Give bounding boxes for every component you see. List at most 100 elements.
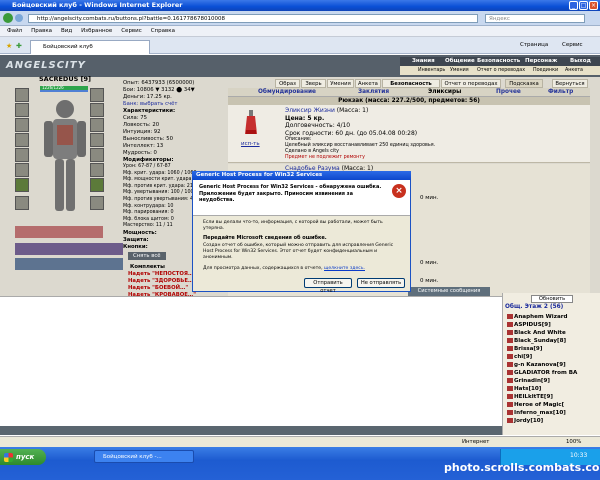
nav-chat[interactable]: Общение [445,57,475,66]
add-favorite-icon[interactable]: ✚ [16,42,22,50]
defense-section[interactable]: Защита: [123,237,149,244]
pocket-slot[interactable] [15,163,29,177]
taskbar-item-ie[interactable]: Бойцовский клуб -... [94,450,194,463]
ring1-slot[interactable] [90,133,104,147]
minimize-button[interactable]: _ [569,1,578,10]
tab-security[interactable]: Безопасность [382,79,440,88]
tab-combats[interactable]: Бойцовский клуб [30,40,150,54]
subnav-profile[interactable]: Анкета [565,66,583,75]
complects-list[interactable]: Надеть "НЕПОСТОЯ…" Надеть "ЗДОРОВЬЕ…" На… [128,271,196,299]
nav-knowledge[interactable]: Знания [412,57,435,66]
maximize-button[interactable]: □ [579,1,588,10]
shield-slot[interactable] [90,118,104,132]
search-input[interactable]: Яндекс [485,14,585,23]
clock: 10:33 [570,452,588,459]
character-figure [44,100,86,211]
inv-tab-other[interactable]: Прочее [496,88,521,97]
menu-edit[interactable]: Правка [31,26,52,37]
bracer-slot[interactable] [15,196,29,210]
online-user[interactable]: chi[9] [507,353,600,361]
item-name[interactable]: Эликсир Жизни [285,107,335,114]
dialog-report-text: Создан отчет об ошибке, который можно от… [203,243,394,260]
refresh-button[interactable]: Обновить [531,295,573,303]
menu-help[interactable]: Справка [151,26,175,37]
inv-tab-spells[interactable]: Заклятия [358,88,389,97]
helmet-slot[interactable] [15,88,29,102]
tab-skills[interactable]: Умения [327,79,354,88]
belt-slot[interactable] [15,148,29,162]
online-user[interactable]: Black_Sunday[8] [507,337,600,345]
menu-favorites[interactable]: Избранное [81,26,112,37]
online-user[interactable]: Anaphem Wizard [507,313,600,321]
potion-belt[interactable] [15,226,103,238]
inventory-tabs: Обмундирование Заклятия Эликсиры Прочее … [228,88,590,97]
scroll-belt[interactable] [15,243,123,255]
subnav-fights[interactable]: Поединки [533,66,558,75]
status-bar: Интернет 100% [0,436,600,447]
tools-menu[interactable]: Сервис [562,41,583,50]
online-user[interactable]: Hats[10] [507,385,600,393]
tab-profile[interactable]: Анкета [355,79,381,88]
online-user[interactable]: Heroe of Magic[ [507,401,600,409]
back-icon[interactable] [3,13,13,23]
armor-slot[interactable] [15,133,29,147]
characteristics-heading[interactable]: Характеристики: [123,108,175,115]
address-input[interactable]: http://angelscity.combats.ru/buttons.pl?… [28,14,478,23]
sub-nav: Инвентарь Умения Отчет о переводах Поеди… [400,66,600,75]
tab-image[interactable]: Образ [275,79,300,88]
tab-hint[interactable]: Подсказка [505,79,543,88]
boots-slot[interactable] [90,196,104,210]
character-name[interactable]: SACREDUS [9] [39,75,91,83]
online-user[interactable]: g-n Kazanova[9] [507,361,600,369]
online-user[interactable]: Black And White [507,329,600,337]
send-report-button[interactable]: Отправить отчет [304,278,352,294]
dont-send-button[interactable]: Не отправлять [357,278,405,288]
ring3-slot[interactable] [90,163,104,177]
close-button[interactable]: × [589,1,598,10]
page-menu[interactable]: Страница [520,41,548,50]
nav-exit[interactable]: Выход [570,57,591,66]
inv-tab-elixirs[interactable]: Эликсиры [428,88,461,97]
inv-tab-equipment[interactable]: Обмундирование [258,88,316,97]
necklace-slot[interactable] [15,103,29,117]
leggings-slot[interactable] [90,178,104,192]
tab-transfers[interactable]: Отчет о переводах [441,79,501,88]
online-user[interactable]: Inferno_max[10] [507,409,600,417]
inv-tab-filter[interactable]: Фильтр [548,88,573,97]
modifiers-heading[interactable]: Модификаторы: [123,157,173,164]
menu-tools[interactable]: Сервис [121,26,142,37]
online-user[interactable]: Brissa[9] [507,345,600,353]
subnav-transfers[interactable]: Отчет о переводах [477,66,525,75]
system-messages-tab[interactable]: Системные сообщения [408,287,490,296]
complects-heading[interactable]: Комплекты [130,264,165,271]
online-user[interactable]: Grinadin[9] [507,377,600,385]
zoom-level[interactable]: 100% [566,437,581,447]
weapon-slot[interactable] [15,118,29,132]
forward-icon[interactable] [15,14,23,22]
chat-area[interactable] [0,296,502,426]
menu-view[interactable]: Вид [61,26,72,37]
dialog-data-link[interactable]: щелкните здесь. [324,266,365,271]
use-item-link[interactable]: исп-ть [241,141,260,147]
subnav-skills[interactable]: Умения [450,66,469,75]
ring2-slot[interactable] [90,148,104,162]
online-user[interactable]: Jordy[10] [507,417,600,425]
tab-pet[interactable]: Зверь [301,79,326,88]
earrings-slot[interactable] [90,88,104,102]
subnav-inventory[interactable]: Инвентарь [418,66,445,75]
power-section[interactable]: Мощность: [123,230,157,237]
nav-character[interactable]: Персонаж [525,57,557,66]
menu-file[interactable]: Файл [7,26,22,37]
online-user[interactable]: ASPIDUS[9] [507,321,600,329]
online-user[interactable]: HElLkltTE[9] [507,393,600,401]
online-user[interactable]: GLADIATOR from BA [507,369,600,377]
buttons-section[interactable]: Кнопки: [123,244,148,251]
cloak-slot[interactable] [15,178,29,192]
watermark: photo.scrolls.combats.com [444,461,600,474]
undress-button[interactable]: Снять всё [128,252,166,260]
nav-security[interactable]: Безопасность [477,57,520,66]
tab-return[interactable]: Вернуться [552,79,588,88]
rune-belt[interactable] [15,258,123,270]
favorites-star-icon[interactable]: ★ [6,42,12,50]
gloves-slot[interactable] [90,103,104,117]
